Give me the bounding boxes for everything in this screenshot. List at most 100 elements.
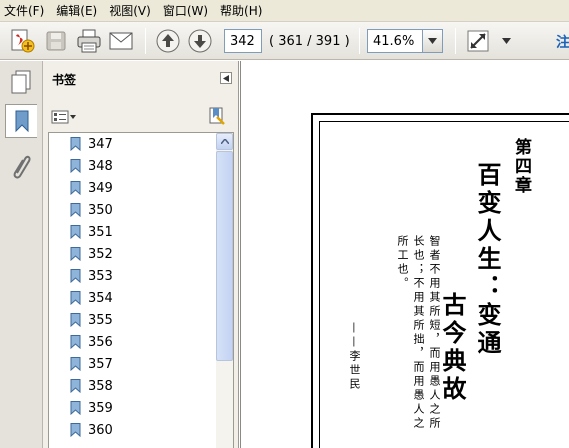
page-frame: 第四章 百变人生：变通 古今典故 智者不用其所短，而用愚人之所 长也；不用其所拙…	[319, 121, 569, 448]
bookmarks-scrollbar[interactable]	[216, 133, 233, 448]
bookmark-icon	[70, 137, 81, 151]
bookmark-item[interactable]: 359	[49, 397, 233, 419]
epigraph-line: 智者不用其所短，而用愚人之所	[428, 235, 441, 431]
options-menu-icon	[51, 110, 76, 124]
bookmark-label: 352	[88, 246, 113, 262]
bookmark-label: 348	[88, 158, 113, 174]
tag-bookmark-icon	[209, 107, 225, 125]
pages-button[interactable]	[5, 65, 37, 99]
chapter-heading: 第四章	[511, 138, 531, 195]
bookmark-label: 356	[88, 334, 113, 350]
bookmark-item[interactable]: 349	[49, 177, 233, 199]
zoom-input[interactable]: 41.6%	[367, 29, 423, 53]
bookmark-icon	[70, 291, 81, 305]
epigraph-quote: 智者不用其所短，而用愚人之所 长也；不用其所拙，而用愚人之 所工也。	[394, 235, 442, 445]
tag-bookmark-button[interactable]	[206, 106, 226, 126]
print-button[interactable]	[75, 27, 103, 55]
attachments-button[interactable]	[5, 149, 37, 183]
collapse-panel-button[interactable]	[220, 72, 232, 84]
chapter-title: 百变人生：变通	[473, 162, 501, 358]
bookmark-icon	[70, 203, 81, 217]
pages-icon	[11, 70, 31, 94]
bookmark-item[interactable]: 356	[49, 331, 233, 353]
bookmark-label: 358	[88, 378, 113, 394]
toolbar: 342 ( 361 / 391 ) 41.6% 注	[0, 22, 569, 60]
menu-help[interactable]: 帮助(H)	[220, 2, 262, 19]
bookmark-item[interactable]: 352	[49, 243, 233, 265]
triangle-left-icon	[223, 74, 229, 82]
prev-page-button[interactable]	[154, 27, 182, 55]
bookmark-icon	[70, 247, 81, 261]
menu-window[interactable]: 窗口(W)	[163, 2, 208, 19]
scroll-up-button[interactable]	[216, 133, 233, 150]
next-page-icon	[188, 29, 212, 53]
bookmark-label: 357	[88, 356, 113, 372]
bookmark-item[interactable]: 355	[49, 309, 233, 331]
bookmarks-button[interactable]	[5, 104, 37, 138]
prev-page-icon	[156, 29, 180, 53]
zoom-dropdown-button[interactable]	[423, 29, 443, 53]
menu-file[interactable]: 文件(F)	[4, 2, 44, 19]
navigation-pane	[0, 61, 43, 448]
bookmark-label: 359	[88, 400, 113, 416]
bookmark-icon	[70, 379, 81, 393]
bookmark-icon	[70, 181, 81, 195]
bookmark-item[interactable]: 350	[49, 199, 233, 221]
toolbar-separator	[455, 28, 456, 54]
page-count: ( 361 / 391 )	[269, 34, 350, 49]
create-pdf-icon	[11, 29, 35, 53]
toolbar-menu-arrow-icon	[501, 38, 511, 44]
print-icon	[77, 29, 101, 53]
scroll-thumb[interactable]	[216, 151, 233, 361]
bookmark-label: 355	[88, 312, 113, 328]
bookmark-label: 353	[88, 268, 113, 284]
bookmark-list: 347 348 349 350 351 352 353 354 355 356 357 358 359 3…	[49, 133, 233, 441]
bookmark-item[interactable]: 354	[49, 287, 233, 309]
menu-bar: 文件(F) 编辑(E) 视图(V) 窗口(W) 帮助(H)	[0, 0, 569, 22]
bookmark-item[interactable]: 348	[49, 155, 233, 177]
toolbar-separator	[359, 28, 360, 54]
bookmark-icon	[70, 269, 81, 283]
bookmark-label: 351	[88, 224, 113, 240]
bookmark-label: 349	[88, 180, 113, 196]
bookmark-item[interactable]: 358	[49, 375, 233, 397]
bookmark-item[interactable]: 357	[49, 353, 233, 375]
epigraph-line: 所工也。	[396, 235, 409, 291]
bookmark-item[interactable]: 347	[49, 133, 233, 155]
chevron-up-icon	[220, 139, 229, 144]
epigraph-author: ——李世民	[348, 322, 361, 392]
epigraph-line: 长也；不用其所拙，而用愚人之	[412, 235, 425, 431]
bookmark-item[interactable]: 360	[49, 419, 233, 441]
bookmark-item[interactable]: 351	[49, 221, 233, 243]
bookmarks-panel-title: 书签	[52, 73, 77, 87]
toolbar-separator	[145, 28, 146, 54]
email-button[interactable]	[107, 27, 135, 55]
page-number-input[interactable]: 342	[224, 29, 262, 53]
menu-edit[interactable]: 编辑(E)	[56, 2, 97, 19]
bookmarks-icon	[15, 110, 28, 133]
save-button[interactable]	[42, 27, 70, 55]
bookmark-icon	[70, 313, 81, 327]
bookmarks-tree: 347 348 349 350 351 352 353 354 355 356 357 358 359 3…	[48, 132, 234, 448]
next-page-button[interactable]	[186, 27, 214, 55]
bookmark-icon	[70, 335, 81, 349]
bookmark-label: 354	[88, 290, 113, 306]
bookmark-item[interactable]: 353	[49, 265, 233, 287]
bookmark-icon	[70, 423, 81, 437]
email-icon	[109, 32, 133, 50]
bookmark-icon	[70, 159, 81, 173]
bookmark-icon	[70, 401, 81, 415]
attachments-icon	[13, 155, 31, 179]
chevron-down-icon	[428, 38, 437, 44]
toolbar-options-button[interactable]	[496, 27, 516, 55]
bookmark-label: 347	[88, 136, 113, 152]
save-icon	[46, 31, 66, 51]
create-pdf-button[interactable]	[8, 27, 36, 55]
menu-view[interactable]: 视图(V)	[109, 2, 151, 19]
bookmark-icon	[70, 357, 81, 371]
bookmark-options-button[interactable]	[51, 108, 77, 126]
fit-page-button[interactable]	[464, 27, 492, 55]
comment-button-text[interactable]: 注	[556, 32, 569, 52]
bookmark-label: 350	[88, 202, 113, 218]
document-view[interactable]: 第四章 百变人生：变通 古今典故 智者不用其所短，而用愚人之所 长也；不用其所拙…	[240, 61, 569, 448]
